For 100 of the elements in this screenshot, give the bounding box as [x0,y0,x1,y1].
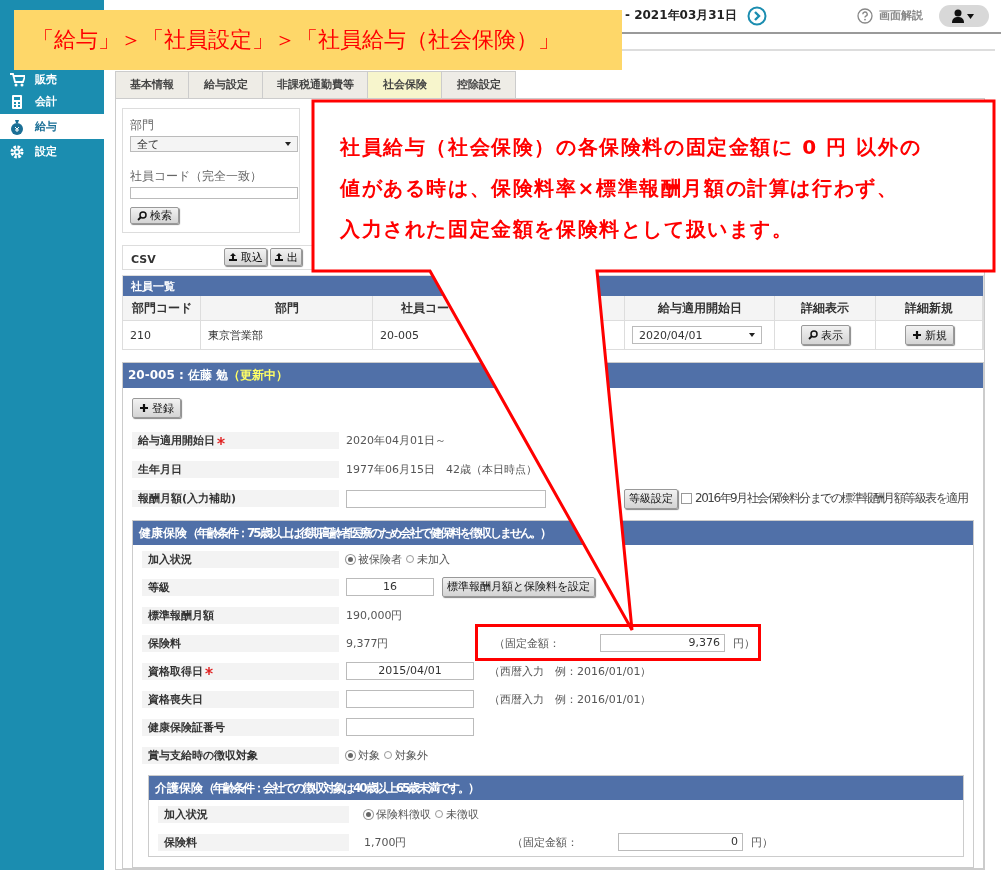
department-select[interactable]: 全て [130,136,298,152]
field-value: 190,000円 [346,607,404,623]
field-value: 2020年04月01日～ [346,433,447,448]
field-value: 1977年06月15日 42歳（本日時点） [346,462,537,477]
field-label: 報酬月額(入力補助) [132,490,339,507]
settings-icon [9,143,25,160]
radio-label: 保険料徴収 [376,806,431,822]
radio-label: 被保険者 [358,551,402,567]
radio-label: 未加入 [417,551,450,567]
input-field[interactable] [346,489,546,508]
hint-text: （西暦入力 例：2016/01/01） [489,691,652,707]
start-date-select[interactable]: 2020/04/01 [632,326,762,344]
next-icon [746,5,767,26]
callout-text: 社員給与（社会保険）の各保険料の固定金額に 0 円 以外の 値がある時は、保険料率×標準報酬月額の計算は行わず、 入力された固定金額を保険料として扱います。 [340,134,922,243]
tab[interactable]: 基本情報 [115,71,189,98]
search-icon [807,330,818,340]
hint-text: （西暦入力 例：2016/01/01） [489,663,652,679]
column-header: 詳細新規 [876,296,983,321]
radio-button[interactable] [384,751,392,759]
field-label: 健康保険証番号 [142,718,339,736]
search-button[interactable]: 検索 [130,207,179,224]
csv-button[interactable]: 出 [270,248,302,266]
tab[interactable]: 給与設定 [188,71,263,98]
input-field[interactable]: 16 [346,578,434,596]
unit-label: 円） [751,834,773,850]
field-label: 資格取得日 [142,662,339,680]
caret-icon [749,333,755,337]
field-label: （固定金額： [494,635,560,651]
breadcrumb-banner: 「給与」＞「社員設定」＞「社員給与（社会保険）」 [14,10,622,70]
date-range: - 2021年03月31日 [625,7,737,25]
asterisk-icon [205,667,213,675]
column-header: 部門 [201,296,373,321]
input-field[interactable]: 2015/04/01 [346,662,474,680]
section-note: （年齢条件：会社での徴収対象は40歳以上65歳未満です。） [203,779,479,797]
field-value: 9,377円 [346,635,390,651]
section-note: （年齢条件：75歳以上は後期高齢者医療のため会社で健保料を徴収しません。） [187,524,550,542]
csv-button[interactable]: 取込 [224,248,267,266]
view-button[interactable]: 表示 [800,325,850,345]
radio-label: 対象外 [395,747,428,763]
plus-icon [911,330,922,340]
tray-arrow-icon [228,252,238,262]
fixed-amount-field[interactable]: 9,376 [600,634,725,652]
field-label: 保険料 [142,634,339,652]
cart-icon [9,71,25,88]
field-label: 社員コード（完全一致） [130,168,262,185]
tab[interactable]: 非課税通勤費等 [262,71,368,98]
plus-icon [139,403,149,413]
field-label: 保険料 [158,833,349,851]
section-title: 介護保険 [155,779,203,797]
help-icon [857,7,873,24]
action-button[interactable]: 標準報酬月額と保険料を設定 [442,577,595,597]
input-field[interactable] [346,690,474,708]
new-button[interactable]: 新規 [904,325,954,345]
money-bag-icon [9,118,25,135]
sidebar-item[interactable]: 給与 [0,114,104,139]
field-label: 加入状況 [142,550,339,568]
field-label: 賞与支給時の徴収対象 [142,746,339,764]
checkbox-label: 2016年9月社会保険料分までの標準報酬月額等級表を適用 [695,490,968,507]
search-icon [137,210,147,221]
user-menu-button[interactable] [939,4,989,27]
field-value: 1,700円 [364,834,408,850]
action-button[interactable]: 等級設定 [624,488,678,509]
radio-button[interactable] [435,810,443,818]
sidebar-item[interactable]: 販売 [0,70,104,89]
tab[interactable]: 社会保険 [367,71,442,98]
register-button[interactable]: 登録 [132,398,181,418]
column-header: 部門コード [123,296,201,321]
field-label: 部門 [130,117,154,134]
input-field[interactable] [346,718,474,736]
field-label: 生年月日 [132,461,339,478]
section-title: 健康保険 [139,524,187,542]
tab[interactable]: 控除設定 [441,71,516,98]
section-label: CSV [131,253,157,268]
field-label: 標準報酬月額 [142,606,339,624]
employee-title: 20-005 : 佐藤 勉 [128,367,229,384]
calculator-icon [9,93,25,110]
radio-label: 未徴収 [446,806,479,822]
help-link[interactable]: 画面解説 [879,8,923,24]
asterisk-icon [217,436,225,445]
field-label: 資格喪失日 [142,690,339,708]
employee-code-field[interactable] [130,187,298,199]
table-cell: 東京営業部 [201,321,373,349]
fixed-amount-field[interactable]: 0 [618,833,743,851]
radio-label: 対象 [358,747,380,763]
field-label: （固定金額： [512,834,578,850]
sidebar-item[interactable]: 設定 [0,139,104,164]
user-icon [952,8,976,23]
column-header: 詳細表示 [775,296,876,321]
unit-label: 円） [733,635,755,651]
field-label: 加入状況 [158,805,349,823]
caret-icon [285,142,291,146]
field-label: 等級 [142,578,339,596]
sidebar-item[interactable]: 会計 [0,89,104,114]
radio-button[interactable] [406,555,414,563]
tray-arrow-icon [274,252,284,262]
field-label: 給与適用開始日 [132,432,339,449]
column-header: 給与適用開始日 [625,296,775,321]
checkbox[interactable] [681,493,692,504]
table-cell: 210 [123,321,201,349]
status-label: （更新中） [228,367,289,384]
